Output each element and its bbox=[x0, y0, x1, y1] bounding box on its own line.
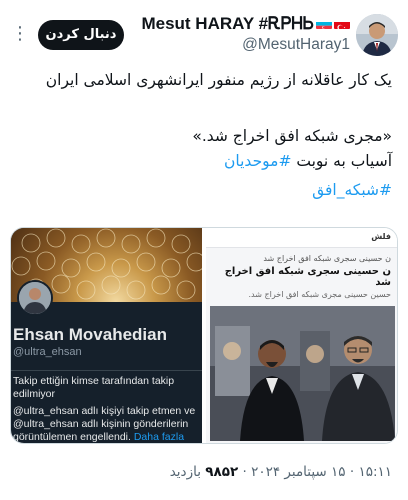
follow-button[interactable]: دنبال کردن bbox=[38, 20, 124, 50]
turkey-flag-icon bbox=[334, 18, 350, 29]
azerbaijan-flag-icon bbox=[316, 18, 332, 29]
news-site-logo: فلش bbox=[371, 232, 391, 241]
news-site-bar: فلش bbox=[206, 228, 397, 248]
user-handle[interactable]: @MesutHaray1 bbox=[141, 36, 350, 54]
tweet-header: ⋮ دنبال کردن Mesut HARAY #ᎡᏢᎻᏏ @MesutHar… bbox=[0, 0, 408, 66]
more-options-icon[interactable]: ⋮ bbox=[10, 22, 30, 46]
view-count: ۹۸۵۲ bbox=[205, 464, 239, 480]
tweet-media[interactable]: Ehsan Movahedian @ultra_ehsan Takip etti… bbox=[10, 227, 398, 444]
tweet-text-line-1: یک کار عاقلانه از رژیم منفور ایرانشهری ا… bbox=[45, 71, 392, 89]
media-image-profile-screenshot[interactable]: Ehsan Movahedian @ultra_ehsan Takip etti… bbox=[11, 228, 202, 443]
tweet-text-line-4: #شبکه_افق bbox=[12, 178, 392, 202]
display-name[interactable]: Mesut HARAY #ᎡᏢᎻᏏ bbox=[141, 14, 314, 33]
profile-name: Ehsan Movahedian bbox=[13, 325, 167, 344]
views-label: بازدید bbox=[169, 464, 206, 480]
tweet-text-line-2: «مجری شبکه افق اخراج شد.» bbox=[192, 127, 392, 145]
avatar[interactable] bbox=[356, 14, 398, 56]
tweet-text-line-3: آسیاب به نوبت #موحدیان bbox=[12, 149, 392, 173]
divider bbox=[11, 370, 202, 371]
profile-avatar bbox=[17, 280, 53, 316]
tweet-footer: ۱۵:۱۱ · ۱۵ سپتامبر ۲۰۲۴ · ۹۸۵۲ بازدید bbox=[170, 464, 392, 480]
user-info[interactable]: Mesut HARAY #ᎡᏢᎻᏏ @MesutHaray1 bbox=[141, 14, 350, 54]
timestamp[interactable]: ۱۵:۱۱ · ۱۵ سپتامبر ۲۰۲۴ · bbox=[238, 464, 392, 480]
profile-notice: Takip ettiğin kimse tarafından takip edi… bbox=[13, 375, 175, 400]
profile-blocked-notice: @ultra_ehsan adlı kişiyi takip etmen ve … bbox=[13, 405, 201, 443]
hashtag-link[interactable]: #شبکه_افق bbox=[312, 181, 392, 199]
news-headline: ن حسینی سجری شبکه افق اخراج شد bbox=[224, 266, 391, 288]
news-headline-small: ن حسینی سجری شبکه افق اخراج شد bbox=[263, 254, 391, 263]
news-subtitle: حسین حسینی مجری شبکه افق اخراج شد. bbox=[248, 290, 391, 299]
media-image-news-screenshot[interactable]: فلش ن حسینی سجری شبکه افق اخراج شد ن حسی… bbox=[206, 228, 397, 443]
hashtag-link[interactable]: #موحدیان bbox=[224, 152, 291, 170]
profile-handle: @ultra_ehsan bbox=[13, 346, 82, 358]
news-photo bbox=[210, 306, 395, 441]
tweet-text-plain: آسیاب به نوبت bbox=[291, 152, 392, 170]
